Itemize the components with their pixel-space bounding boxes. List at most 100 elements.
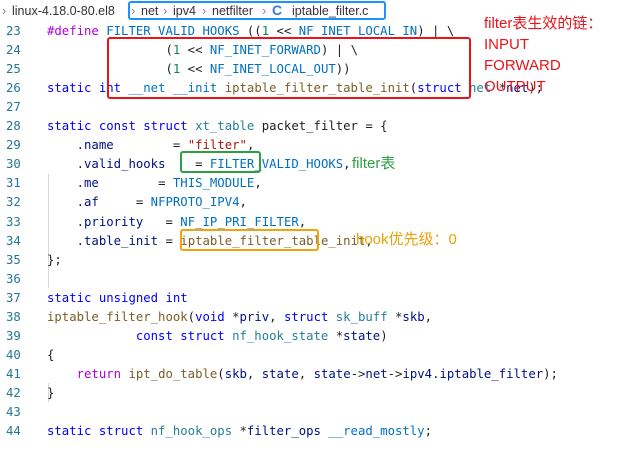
- code-line[interactable]: 39 const struct nf_hook_state *state): [0, 327, 634, 346]
- code-token: unsigned: [98, 290, 166, 305]
- code-token: NF_IP_PRI_FILTER: [180, 214, 299, 229]
- code-token: static: [47, 81, 99, 96]
- priority-highlight-box: [180, 229, 319, 251]
- code-token: NF_INET_LOCAL_IN: [298, 24, 418, 38]
- chevron-right-icon: ›: [131, 3, 136, 18]
- code-token: int: [165, 290, 188, 305]
- breadcrumb-file[interactable]: iptable_filter.c: [292, 4, 368, 18]
- code-token: valid_hooks: [84, 157, 166, 172]
- breadcrumb-net[interactable]: net: [141, 4, 158, 18]
- code-token: state: [343, 328, 381, 343]
- code-token: static: [47, 290, 99, 305]
- code-token: packet_filter = {: [261, 119, 388, 134]
- code-token: *: [232, 309, 240, 324]
- code-token: __read_mostly: [328, 424, 425, 439]
- code-token: ,: [298, 366, 314, 381]
- code-token: void: [195, 309, 233, 324]
- code-token: state: [313, 366, 351, 381]
- line-number: 43: [6, 405, 21, 419]
- code-text: }: [47, 384, 54, 403]
- code-line[interactable]: 37 static unsigned int: [0, 289, 634, 308]
- code-text: .af = NFPROTO_IPV4,: [47, 193, 247, 212]
- code-token: =: [113, 138, 188, 153]
- table-name-highlight-box: [180, 151, 261, 173]
- code-line[interactable]: 31 .me = THIS_MODULE,: [0, 174, 634, 193]
- line-number: 31: [6, 176, 21, 191]
- code-text: {: [47, 346, 54, 365]
- line-number: 33: [6, 214, 21, 229]
- code-token: sk_buff: [335, 309, 396, 324]
- code-token: NFPROTO_IPV4: [150, 195, 240, 210]
- code-token: const: [135, 328, 181, 343]
- breadcrumb-netfilter[interactable]: netfilter: [212, 4, 253, 18]
- code-line[interactable]: 27: [0, 98, 634, 117]
- breadcrumb-ipv4[interactable]: ipv4: [173, 4, 196, 18]
- code-token: me: [84, 176, 99, 191]
- code-token: name: [84, 138, 114, 153]
- code-token: struct: [98, 424, 151, 439]
- code-token: THIS_MODULE: [172, 176, 255, 191]
- code-text: .me = THIS_MODULE,: [47, 174, 262, 193]
- line-number: 42: [6, 385, 21, 400]
- breadcrumb-root[interactable]: linux-4.18.0-80.el8: [12, 4, 115, 18]
- code-line[interactable]: 36: [0, 270, 634, 289]
- code-token: priority: [84, 214, 144, 229]
- code-token: {: [47, 347, 55, 362]
- code-text: static const struct xt_table packet_filt…: [47, 117, 388, 136]
- code-token: nf_hook_state: [232, 328, 336, 343]
- code-line[interactable]: 40 {: [0, 346, 634, 365]
- code-token: struct: [180, 328, 233, 343]
- code-token: <<: [269, 24, 299, 38]
- valid-hooks-highlight-box: [107, 37, 471, 99]
- line-number: 34: [6, 233, 21, 248]
- code-token: }: [47, 385, 55, 400]
- code-token: .: [47, 214, 85, 229]
- code-token: #define: [47, 24, 107, 38]
- code-token: const: [98, 119, 144, 134]
- folder-chevron-icon: ›: [2, 3, 7, 18]
- code-token: );: [543, 366, 558, 381]
- code-token: ->: [350, 366, 366, 381]
- code-line[interactable]: 38 iptable_filter_hook(void *priv, struct…: [0, 308, 634, 327]
- code-line[interactable]: 32 .af = NFPROTO_IPV4,: [0, 193, 634, 212]
- code-text: static struct nf_hook_ops *filter_ops __…: [47, 422, 432, 441]
- code-token: .: [47, 195, 85, 210]
- code-token: ,: [269, 309, 284, 324]
- code-token: .: [47, 233, 85, 248]
- code-line[interactable]: 44 static struct nf_hook_ops *filter_ops …: [0, 422, 634, 441]
- code-token: ): [380, 328, 388, 343]
- line-number: 28: [6, 119, 21, 134]
- code-token: 1: [261, 24, 270, 38]
- annotation-chain-output: OUTPUT: [484, 78, 546, 95]
- code-token: iptable_filter: [439, 366, 544, 381]
- line-number: 25: [6, 62, 21, 77]
- code-token: ) | \: [417, 24, 455, 38]
- code-token: priv: [239, 309, 270, 324]
- code-text: static unsigned int: [47, 289, 188, 308]
- code-token: ipt_do_table: [128, 366, 218, 381]
- code-token: static: [47, 119, 99, 134]
- code-token: ;: [424, 424, 432, 439]
- annotation-filter-table: filter表: [352, 155, 396, 172]
- line-number: 44: [6, 424, 21, 439]
- code-line[interactable]: 43: [0, 403, 634, 422]
- code-line[interactable]: 41 return ipt_do_table(skb, state, state…: [0, 365, 634, 384]
- code-token: struct: [143, 119, 196, 134]
- code-token: =: [98, 176, 173, 191]
- code-token: ,: [424, 309, 433, 324]
- c-file-icon: C: [272, 2, 283, 18]
- code-token: =: [143, 214, 181, 229]
- code-token: static: [47, 424, 99, 439]
- code-text: };: [47, 251, 62, 270]
- code-line[interactable]: 35};: [0, 251, 634, 270]
- code-line[interactable]: 29 .name = "filter",: [0, 136, 634, 155]
- code-token: .: [47, 138, 85, 153]
- code-text: const struct nf_hook_state *state): [47, 327, 388, 346]
- code-line[interactable]: 42}: [0, 384, 634, 403]
- code-line[interactable]: 30 .valid_hooks = FILTER_VALID_HOOKS,: [0, 155, 634, 174]
- code-line[interactable]: 28 static const struct xt_table packet_fi…: [0, 117, 634, 136]
- code-text: return ipt_do_table(skb, state, state->n…: [47, 365, 558, 384]
- annotation-hook-priority: hook优先级：0: [356, 231, 457, 248]
- line-number: 37: [6, 290, 21, 305]
